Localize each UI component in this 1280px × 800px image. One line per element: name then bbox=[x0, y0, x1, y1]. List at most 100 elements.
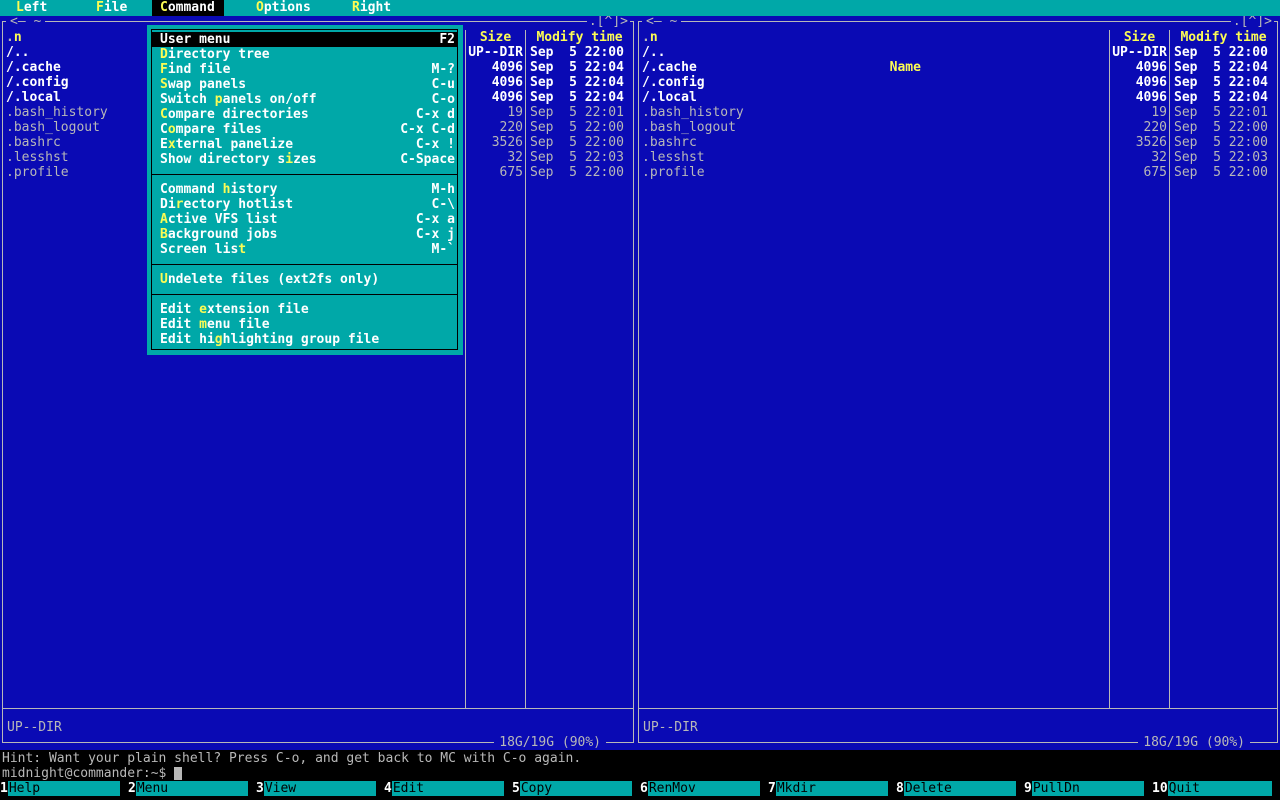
file-list: .n Name /../.cache/.config/.local.bash_h… bbox=[639, 30, 1277, 708]
panel-up-button[interactable]: .[^]> bbox=[586, 14, 630, 29]
function-key-number: 6 bbox=[640, 781, 648, 796]
panel-up-button[interactable]: .[^]> bbox=[1230, 14, 1274, 29]
mtime-rows: Sep 5 22:00 Sep 5 22:04 Sep 5 22:04 Sep 5 2… bbox=[526, 45, 633, 180]
menu-item[interactable]: Find file M-? bbox=[152, 62, 457, 77]
file-row[interactable]: /.local bbox=[639, 90, 1109, 105]
menu-item[interactable]: Background jobs C-x j bbox=[152, 227, 457, 242]
function-key-number: 2 bbox=[128, 781, 136, 796]
menu-item[interactable]: User menu F2 bbox=[152, 32, 457, 47]
file-size: UP--DIR bbox=[468, 45, 523, 60]
history-back-icon[interactable]: <— bbox=[646, 14, 662, 29]
file-size: 220 bbox=[1143, 120, 1167, 135]
file-row[interactable]: .bash_history bbox=[639, 105, 1109, 120]
sort-indicator: .n bbox=[642, 30, 658, 45]
mtime-rows: Sep 5 22:00 Sep 5 22:04 Sep 5 22:04 Sep 5 2… bbox=[1170, 45, 1277, 180]
file-row[interactable]: .bashrc bbox=[639, 135, 1109, 150]
menu-item[interactable]: Switch panels on/off C-o bbox=[152, 92, 457, 107]
mini-status: UP--DIR bbox=[7, 720, 62, 735]
function-key-button[interactable]: 7 Mkdir bbox=[768, 781, 896, 796]
menubar-item[interactable]: Options bbox=[256, 0, 311, 16]
function-key-label: Mkdir bbox=[775, 781, 888, 796]
menu-item-shortcut: M-` bbox=[431, 242, 455, 257]
size-column: Size UP--DIR 4096 4096 4096 19 220 3526 32 675 bbox=[465, 30, 525, 708]
size-column-header[interactable]: Size bbox=[466, 30, 525, 45]
file-size: UP--DIR bbox=[1112, 45, 1167, 60]
size-column: Size UP--DIR 4096 4096 4096 19 220 3526 32 675 bbox=[1109, 30, 1169, 708]
file-row[interactable]: .profile bbox=[639, 165, 1109, 180]
function-key-button[interactable]: 10 Quit bbox=[1152, 781, 1280, 796]
function-key-button[interactable]: 3 View bbox=[256, 781, 384, 796]
terminal-cursor[interactable] bbox=[174, 767, 183, 780]
file-mtime: Sep 5 22:00 bbox=[530, 120, 624, 135]
function-key-button[interactable]: 5 Copy bbox=[512, 781, 640, 796]
function-key-number: 10 bbox=[1152, 781, 1168, 796]
menu-item[interactable]: Edit menu file bbox=[152, 317, 457, 332]
file-mtime: Sep 5 22:04 bbox=[530, 60, 624, 75]
file-row[interactable]: .lesshst bbox=[639, 150, 1109, 165]
mtime-column-header[interactable]: Modify time bbox=[1170, 30, 1277, 45]
function-key-button[interactable]: 4 Edit bbox=[384, 781, 512, 796]
disk-usage: 18G/19G (90%) bbox=[494, 735, 606, 750]
function-key-button[interactable]: 1 Help bbox=[0, 781, 128, 796]
menu-item[interactable] bbox=[152, 287, 457, 302]
mini-status: UP--DIR bbox=[643, 720, 698, 735]
function-key-label: RenMov bbox=[647, 781, 760, 796]
menu-item-shortcut: C-u bbox=[431, 77, 455, 92]
function-key-number: 7 bbox=[768, 781, 776, 796]
file-mtime: Sep 5 22:04 bbox=[530, 75, 624, 90]
file-size: 4096 bbox=[491, 60, 523, 75]
menu-item[interactable]: Swap panels C-u bbox=[152, 77, 457, 92]
function-key-label: Edit bbox=[391, 781, 504, 796]
panel-path-area[interactable]: <— ~ bbox=[6, 14, 46, 29]
shell-prompt[interactable]: midnight@commander:~$ bbox=[2, 766, 183, 781]
history-back-icon[interactable]: <— bbox=[10, 14, 26, 29]
name-column-header[interactable]: .n Name bbox=[639, 30, 1109, 75]
function-key-button[interactable]: 8 Delete bbox=[896, 781, 1024, 796]
menu-item[interactable]: Directory hotlist C-\ bbox=[152, 197, 457, 212]
panel-path-area[interactable]: <— ~ bbox=[642, 14, 682, 29]
menu-item[interactable]: Compare directories C-x d bbox=[152, 107, 457, 122]
menu-item[interactable]: Compare files C-x C-d bbox=[152, 122, 457, 137]
menu-item[interactable]: External panelize C-x ! bbox=[152, 137, 457, 152]
menubar-item[interactable]: File bbox=[96, 0, 127, 16]
mtime-column-header[interactable]: Modify time bbox=[526, 30, 633, 45]
file-mtime: Sep 5 22:00 bbox=[1174, 135, 1268, 150]
size-column-header[interactable]: Size bbox=[1110, 30, 1169, 45]
function-key-button[interactable]: 6 RenMov bbox=[640, 781, 768, 796]
menu-item[interactable]: Command history M-h bbox=[152, 182, 457, 197]
file-row[interactable]: .bash_logout bbox=[639, 120, 1109, 135]
menu-item[interactable] bbox=[152, 167, 457, 182]
menu-item-shortcut: C-x C-d bbox=[400, 122, 455, 137]
panel-path: ~ bbox=[669, 14, 678, 29]
menu-item[interactable] bbox=[152, 257, 457, 272]
menubar-item[interactable]: Left bbox=[16, 0, 47, 16]
menu-item[interactable]: Active VFS list C-x a bbox=[152, 212, 457, 227]
menubar-item[interactable]: Right bbox=[352, 0, 391, 16]
menu-item[interactable]: Undelete files (ext2fs only) bbox=[152, 272, 457, 287]
menu-item-shortcut: M-? bbox=[431, 62, 455, 77]
mtime-column: Modify time Sep 5 22:00 Sep 5 22:04 Sep 5 … bbox=[525, 30, 633, 708]
file-size: 3526 bbox=[491, 135, 523, 150]
function-key-number: 8 bbox=[896, 781, 904, 796]
menu-item[interactable]: Edit extension file bbox=[152, 302, 457, 317]
menu-item-shortcut: F2 bbox=[439, 32, 455, 47]
function-key-number: 3 bbox=[256, 781, 264, 796]
function-key-label: Help bbox=[7, 781, 120, 796]
menu-item[interactable]: Edit highlighting group file bbox=[152, 332, 457, 347]
menu-item[interactable]: Directory tree bbox=[152, 47, 457, 62]
file-mtime: Sep 5 22:01 bbox=[530, 105, 624, 120]
menu-item-shortcut: C-\ bbox=[431, 197, 455, 212]
menu-item[interactable]: Show directory sizes C-Space bbox=[152, 152, 457, 167]
menubar-item[interactable]: Command bbox=[152, 0, 224, 16]
function-key-button[interactable]: 9 PullDn bbox=[1024, 781, 1152, 796]
file-size: 675 bbox=[499, 165, 523, 180]
file-size: 19 bbox=[1151, 105, 1167, 120]
file-mtime: Sep 5 22:00 bbox=[1174, 165, 1268, 180]
name-column: .n Name /../.cache/.config/.local.bash_h… bbox=[639, 30, 1109, 708]
panel-path: ~ bbox=[33, 14, 42, 29]
function-key-label: Delete bbox=[903, 781, 1016, 796]
function-key-button[interactable]: 2 Menu bbox=[128, 781, 256, 796]
menu-item[interactable]: Screen list M-` bbox=[152, 242, 457, 257]
file-mtime: Sep 5 22:03 bbox=[530, 150, 624, 165]
file-mtime: Sep 5 22:00 bbox=[1174, 120, 1268, 135]
